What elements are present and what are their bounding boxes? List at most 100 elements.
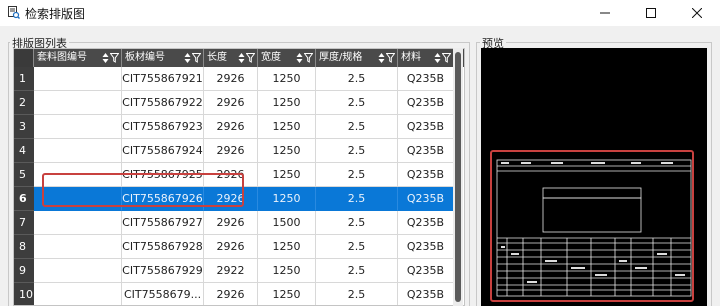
cell-thickness[interactable]: 2.5 [316, 259, 398, 283]
column-header-material[interactable]: 材料 [398, 49, 454, 67]
cell-material[interactable]: Q235B [398, 283, 454, 305]
column-header-thickness[interactable]: 厚度/规格 [316, 49, 398, 67]
grid-vertical-scrollbar[interactable] [453, 48, 463, 306]
table-row[interactable]: 10 CIT7558679... 2926 1250 2.5 Q235B [14, 283, 464, 305]
table-row[interactable]: 1 CIT755867921 2926 1250 2.5 Q235B [14, 67, 464, 91]
cell-width[interactable]: 1250 [258, 139, 316, 163]
cell-nest-id[interactable] [34, 283, 122, 305]
row-header[interactable]: 4 [14, 139, 34, 163]
cell-nest-id[interactable] [34, 211, 122, 235]
table-row[interactable]: 9 CIT755867929 2922 1250 2.5 Q235B [14, 259, 464, 283]
cell-thickness[interactable]: 2.5 [316, 283, 398, 305]
cell-thickness[interactable]: 2.5 [316, 211, 398, 235]
close-button[interactable] [674, 0, 720, 26]
cell-thickness[interactable]: 2.5 [316, 115, 398, 139]
table-row[interactable]: 4 CIT755867924 2926 1250 2.5 Q235B [14, 139, 464, 163]
cell-nest-id[interactable] [34, 235, 122, 259]
cell-material[interactable]: Q235B [398, 211, 454, 235]
cell-length[interactable]: 2926 [204, 67, 258, 91]
filter-icon[interactable] [192, 53, 201, 63]
cell-plate-id[interactable]: CIT755867924 [122, 139, 204, 163]
cell-material[interactable]: Q235B [398, 115, 454, 139]
cell-plate-id[interactable]: CIT7558679... [122, 283, 204, 305]
cell-material[interactable]: Q235B [398, 91, 454, 115]
cell-width[interactable]: 1250 [258, 235, 316, 259]
sort-icon[interactable] [102, 52, 109, 64]
column-header-label: 宽度 [261, 52, 281, 63]
highlight-annotation-preview [490, 150, 694, 302]
cell-nest-id[interactable] [34, 259, 122, 283]
cell-material[interactable]: Q235B [398, 187, 454, 211]
cell-thickness[interactable]: 2.5 [316, 91, 398, 115]
cell-plate-id[interactable]: CIT755867922 [122, 91, 204, 115]
column-header-label: 厚度/规格 [319, 52, 363, 63]
row-header[interactable]: 8 [14, 235, 34, 259]
cell-plate-id[interactable]: CIT755867921 [122, 67, 204, 91]
cell-length[interactable]: 2922 [204, 259, 258, 283]
cell-thickness[interactable]: 2.5 [316, 139, 398, 163]
cell-length[interactable]: 2926 [204, 91, 258, 115]
cell-nest-id[interactable] [34, 115, 122, 139]
cell-width[interactable]: 1250 [258, 187, 316, 211]
cell-length[interactable]: 2926 [204, 115, 258, 139]
row-header[interactable]: 7 [14, 211, 34, 235]
cell-width[interactable]: 1250 [258, 259, 316, 283]
row-header[interactable]: 1 [14, 67, 34, 91]
cell-nest-id[interactable] [34, 139, 122, 163]
scrollbar-thumb[interactable] [455, 52, 461, 302]
cell-length[interactable]: 2926 [204, 139, 258, 163]
cell-width[interactable]: 1250 [258, 67, 316, 91]
sort-icon[interactable] [434, 52, 441, 64]
row-header[interactable]: 6 [14, 187, 34, 211]
cell-plate-id[interactable]: CIT755867923 [122, 115, 204, 139]
table-row[interactable]: 2 CIT755867922 2926 1250 2.5 Q235B [14, 91, 464, 115]
table-row[interactable]: 3 CIT755867923 2926 1250 2.5 Q235B [14, 115, 464, 139]
table-row[interactable]: 8 CIT755867928 2926 1250 2.5 Q235B [14, 235, 464, 259]
sort-icon[interactable] [184, 52, 191, 64]
cell-length[interactable]: 2926 [204, 283, 258, 305]
column-header-label: 套料图编号 [37, 52, 87, 63]
column-header-width[interactable]: 宽度 [258, 49, 316, 67]
filter-icon[interactable] [246, 53, 255, 63]
sort-icon[interactable] [378, 52, 385, 64]
sort-icon[interactable] [296, 52, 303, 64]
table-row[interactable]: 7 CIT755867927 2926 1500 2.5 Q235B [14, 211, 464, 235]
row-header[interactable]: 9 [14, 259, 34, 283]
cell-nest-id[interactable] [34, 91, 122, 115]
row-header[interactable]: 5 [14, 163, 34, 187]
column-header-nest-id[interactable]: 套料图编号 [34, 49, 122, 67]
filter-icon[interactable] [304, 53, 313, 63]
cell-width[interactable]: 1250 [258, 163, 316, 187]
cell-material[interactable]: Q235B [398, 259, 454, 283]
cell-material[interactable]: Q235B [398, 139, 454, 163]
row-header[interactable]: 2 [14, 91, 34, 115]
filter-icon[interactable] [386, 53, 395, 63]
filter-icon[interactable] [442, 53, 451, 63]
minimize-button[interactable] [582, 0, 628, 26]
row-header[interactable]: 3 [14, 115, 34, 139]
cell-thickness[interactable]: 2.5 [316, 163, 398, 187]
cell-material[interactable]: Q235B [398, 163, 454, 187]
cell-plate-id[interactable]: CIT755867928 [122, 235, 204, 259]
cell-width[interactable]: 1500 [258, 211, 316, 235]
filter-icon[interactable] [110, 53, 119, 63]
cell-length[interactable]: 2926 [204, 235, 258, 259]
cell-plate-id[interactable]: CIT755867929 [122, 259, 204, 283]
cell-thickness[interactable]: 2.5 [316, 67, 398, 91]
maximize-button[interactable] [628, 0, 674, 26]
cell-width[interactable]: 1250 [258, 91, 316, 115]
column-header-plate-id[interactable]: 板材编号 [122, 49, 204, 67]
grid-corner [14, 49, 34, 67]
cell-width[interactable]: 1250 [258, 283, 316, 305]
sort-icon[interactable] [238, 52, 245, 64]
cell-plate-id[interactable]: CIT755867927 [122, 211, 204, 235]
cell-length[interactable]: 2926 [204, 211, 258, 235]
cell-material[interactable]: Q235B [398, 67, 454, 91]
cell-thickness[interactable]: 2.5 [316, 235, 398, 259]
row-header[interactable]: 10 [14, 283, 34, 305]
cell-thickness[interactable]: 2.5 [316, 187, 398, 211]
cell-width[interactable]: 1250 [258, 115, 316, 139]
column-header-length[interactable]: 长度 [204, 49, 258, 67]
cell-material[interactable]: Q235B [398, 235, 454, 259]
cell-nest-id[interactable] [34, 67, 122, 91]
